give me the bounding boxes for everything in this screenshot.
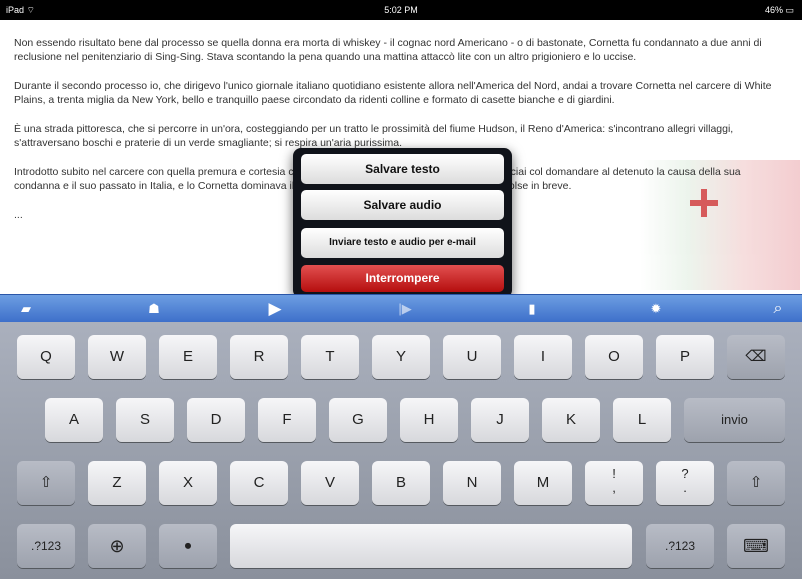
key-question-main: ? bbox=[681, 466, 689, 481]
stop-button[interactable]: Interrompere bbox=[301, 265, 504, 292]
key-u[interactable]: U bbox=[443, 335, 501, 379]
key-exclamation-main: ! bbox=[612, 466, 616, 481]
key-p[interactable]: P bbox=[656, 335, 714, 379]
return-key[interactable]: invio bbox=[684, 398, 785, 442]
key-t[interactable]: T bbox=[301, 335, 359, 379]
key-h[interactable]: H bbox=[400, 398, 458, 442]
text-paragraph-1: Non essendo risultato bene dal processo … bbox=[14, 37, 762, 63]
keyboard: Q W E R T Y U I O P ⌫ A S D F G H J K L … bbox=[0, 322, 802, 579]
key-l[interactable]: L bbox=[613, 398, 671, 442]
key-f[interactable]: F bbox=[258, 398, 316, 442]
key-question-sub: . bbox=[683, 480, 687, 495]
key-a[interactable]: A bbox=[45, 398, 103, 442]
text-paragraph-3: È una strada pittoresca, che si percorre… bbox=[14, 123, 734, 149]
key-g[interactable]: G bbox=[329, 398, 387, 442]
key-w[interactable]: W bbox=[88, 335, 146, 379]
shift-key-right[interactable]: ⇧ bbox=[727, 461, 785, 505]
text-paragraph-2: Durante il secondo processo io, che diri… bbox=[14, 80, 772, 106]
key-s[interactable]: S bbox=[116, 398, 174, 442]
microphone-icon[interactable]: ⏺ bbox=[159, 524, 217, 568]
key-y[interactable]: Y bbox=[372, 335, 430, 379]
globe-icon[interactable]: ⊕ bbox=[88, 524, 146, 568]
key-question[interactable]: ? . bbox=[656, 461, 714, 505]
play-icon[interactable]: ▶ bbox=[263, 295, 287, 323]
status-bar: iPad ⌔ 5:02 PM 46% ▭ bbox=[0, 0, 802, 20]
shift-key-left[interactable]: ⇧ bbox=[17, 461, 75, 505]
key-d[interactable]: D bbox=[187, 398, 245, 442]
key-b[interactable]: B bbox=[372, 461, 430, 505]
key-exclamation-sub: , bbox=[612, 480, 616, 495]
backspace-key[interactable]: ⌫ bbox=[727, 335, 785, 379]
key-q[interactable]: Q bbox=[17, 335, 75, 379]
save-audio-button[interactable]: Salvare audio bbox=[301, 190, 504, 220]
action-popover: Salvare testo Salvare audio Inviare test… bbox=[293, 148, 512, 298]
hide-keyboard-icon[interactable]: ⌨ bbox=[727, 524, 785, 568]
share-icon[interactable]: ☗ bbox=[142, 295, 166, 323]
key-c[interactable]: C bbox=[230, 461, 288, 505]
open-file-icon[interactable]: ▰ bbox=[14, 295, 38, 323]
key-x[interactable]: X bbox=[159, 461, 217, 505]
key-o[interactable]: O bbox=[585, 335, 643, 379]
key-v[interactable]: V bbox=[301, 461, 359, 505]
key-i[interactable]: I bbox=[514, 335, 572, 379]
battery-label: 46% ▭ bbox=[764, 5, 794, 15]
step-icon[interactable]: |▶ bbox=[393, 295, 417, 323]
clipboard-icon[interactable]: ▮ bbox=[520, 295, 544, 323]
send-email-button[interactable]: Inviare testo e audio per e-mail bbox=[301, 228, 504, 258]
space-bar[interactable] bbox=[230, 524, 632, 568]
status-time: 5:02 PM bbox=[384, 5, 418, 15]
gear-icon[interactable]: ✹ bbox=[644, 295, 668, 323]
numbers-key-left[interactable]: .?123 bbox=[17, 524, 75, 568]
key-n[interactable]: N bbox=[443, 461, 501, 505]
save-text-button[interactable]: Salvare testo bbox=[301, 154, 504, 184]
toolbar: ▰ ☗ ▶ |▶ ▮ ✹ ⌕ bbox=[0, 294, 802, 323]
key-z[interactable]: Z bbox=[88, 461, 146, 505]
key-e[interactable]: E bbox=[159, 335, 217, 379]
search-icon[interactable]: ⌕ bbox=[766, 295, 790, 323]
numbers-key-right[interactable]: .?123 bbox=[646, 524, 714, 568]
key-exclamation[interactable]: ! , bbox=[585, 461, 643, 505]
key-r[interactable]: R bbox=[230, 335, 288, 379]
key-j[interactable]: J bbox=[471, 398, 529, 442]
key-m[interactable]: M bbox=[514, 461, 572, 505]
key-k[interactable]: K bbox=[542, 398, 600, 442]
